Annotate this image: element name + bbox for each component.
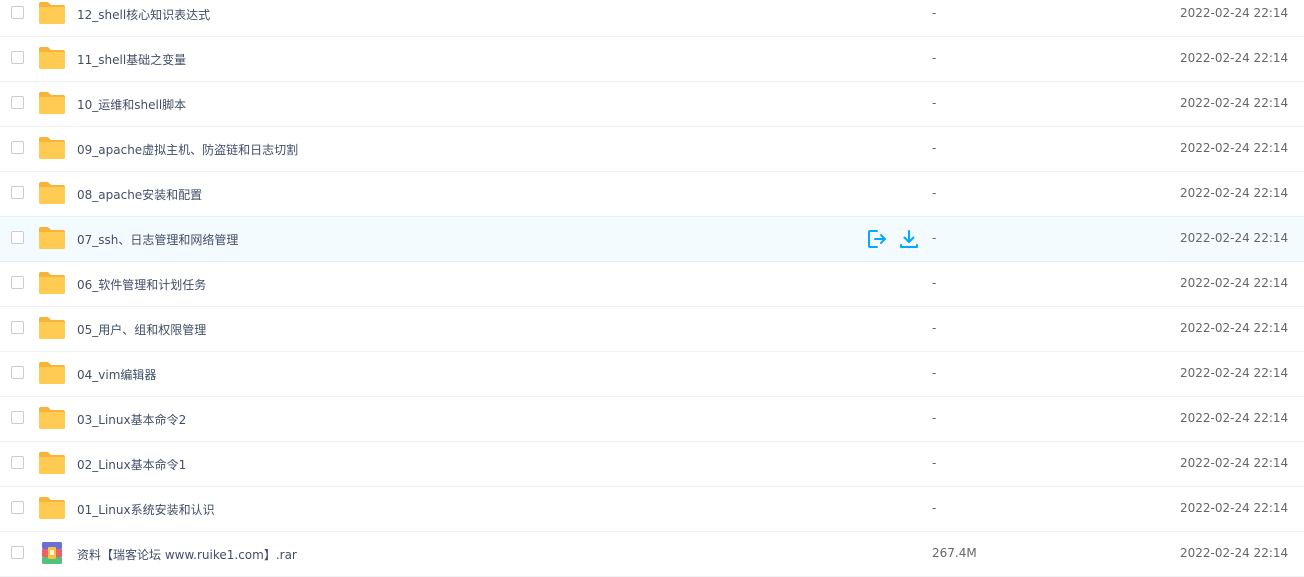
file-row[interactable]: 02_Linux基本命令1 - 2022-02-24 22:14 [0, 442, 1304, 487]
file-name[interactable]: 04_vim编辑器 [77, 366, 156, 383]
file-row[interactable]: 05_用户、组和权限管理 - 2022-02-24 22:14 [0, 307, 1304, 352]
file-list: 12_shell核心知识表达式 - 2022-02-24 22:14 11_sh… [0, 0, 1304, 577]
folder-icon [38, 271, 66, 295]
file-name[interactable]: 07_ssh、日志管理和网络管理 [77, 231, 238, 248]
folder-icon [38, 451, 66, 475]
file-size: - [932, 141, 937, 155]
file-modified-date: 2022-02-24 22:14 [1180, 51, 1289, 65]
file-size: - [932, 186, 937, 200]
file-modified-date: 2022-02-24 22:14 [1180, 96, 1289, 110]
file-modified-date: 2022-02-24 22:14 [1180, 321, 1289, 335]
file-size: 267.4M [932, 546, 977, 560]
file-name[interactable]: 10_运维和shell脚本 [77, 96, 186, 113]
row-checkbox[interactable] [11, 321, 24, 334]
row-checkbox[interactable] [11, 501, 24, 514]
file-size: - [932, 456, 937, 470]
file-modified-date: 2022-02-24 22:14 [1180, 141, 1289, 155]
folder-icon [38, 496, 66, 520]
row-checkbox[interactable] [11, 366, 24, 379]
file-row[interactable]: 07_ssh、日志管理和网络管理 - 2022-02-24 22:14 [0, 216, 1304, 262]
rar-archive-icon [42, 542, 62, 564]
file-name[interactable]: 02_Linux基本命令1 [77, 456, 186, 473]
file-size: - [932, 411, 937, 425]
file-size: - [932, 321, 937, 335]
file-modified-date: 2022-02-24 22:14 [1180, 366, 1289, 380]
row-checkbox[interactable] [11, 96, 24, 109]
file-name[interactable]: 12_shell核心知识表达式 [77, 6, 210, 23]
file-name[interactable]: 资料【瑞客论坛 www.ruike1.com】.rar [77, 546, 297, 563]
file-row[interactable]: 10_运维和shell脚本 - 2022-02-24 22:14 [0, 82, 1304, 127]
file-modified-date: 2022-02-24 22:14 [1180, 6, 1289, 20]
folder-icon [38, 226, 66, 250]
row-checkbox[interactable] [11, 141, 24, 154]
row-checkbox[interactable] [11, 276, 24, 289]
folder-icon [38, 46, 66, 70]
download-icon[interactable] [898, 228, 920, 250]
file-row[interactable]: 01_Linux系统安装和认识 - 2022-02-24 22:14 [0, 487, 1304, 532]
folder-icon [38, 1, 66, 25]
row-checkbox[interactable] [11, 411, 24, 424]
file-name[interactable]: 06_软件管理和计划任务 [77, 276, 206, 293]
file-modified-date: 2022-02-24 22:14 [1180, 231, 1289, 245]
file-name[interactable]: 11_shell基础之变量 [77, 51, 186, 68]
share-out-icon[interactable] [866, 228, 888, 250]
file-name[interactable]: 08_apache安装和配置 [77, 186, 202, 203]
file-modified-date: 2022-02-24 22:14 [1180, 456, 1289, 470]
file-row[interactable]: 04_vim编辑器 - 2022-02-24 22:14 [0, 352, 1304, 397]
folder-icon [38, 91, 66, 115]
row-checkbox[interactable] [11, 51, 24, 64]
folder-icon [38, 316, 66, 340]
file-row[interactable]: 03_Linux基本命令2 - 2022-02-24 22:14 [0, 397, 1304, 442]
file-row[interactable]: 资料【瑞客论坛 www.ruike1.com】.rar 267.4M 2022-… [0, 532, 1304, 577]
file-size: - [932, 501, 937, 515]
file-size: - [932, 366, 937, 380]
file-modified-date: 2022-02-24 22:14 [1180, 501, 1289, 515]
folder-icon [38, 181, 66, 205]
file-size: - [932, 231, 937, 245]
file-name[interactable]: 03_Linux基本命令2 [77, 411, 186, 428]
file-size: - [932, 51, 937, 65]
file-row[interactable]: 09_apache虚拟主机、防盗链和日志切割 - 2022-02-24 22:1… [0, 127, 1304, 172]
file-row[interactable]: 08_apache安装和配置 - 2022-02-24 22:14 [0, 172, 1304, 217]
file-name[interactable]: 09_apache虚拟主机、防盗链和日志切割 [77, 141, 298, 158]
folder-icon [38, 406, 66, 430]
file-modified-date: 2022-02-24 22:14 [1180, 546, 1289, 560]
folder-icon [38, 136, 66, 160]
row-checkbox[interactable] [11, 186, 24, 199]
file-modified-date: 2022-02-24 22:14 [1180, 186, 1289, 200]
row-checkbox[interactable] [11, 456, 24, 469]
file-size: - [932, 96, 937, 110]
file-row[interactable]: 11_shell基础之变量 - 2022-02-24 22:14 [0, 37, 1304, 82]
file-size: - [932, 6, 937, 20]
file-modified-date: 2022-02-24 22:14 [1180, 411, 1289, 425]
file-name[interactable]: 05_用户、组和权限管理 [77, 321, 206, 338]
file-modified-date: 2022-02-24 22:14 [1180, 276, 1289, 290]
file-row[interactable]: 12_shell核心知识表达式 - 2022-02-24 22:14 [0, 0, 1304, 37]
file-size: - [932, 276, 937, 290]
file-name[interactable]: 01_Linux系统安装和认识 [77, 501, 215, 518]
row-checkbox[interactable] [11, 231, 24, 244]
row-checkbox[interactable] [11, 6, 24, 19]
folder-icon [38, 361, 66, 385]
file-row[interactable]: 06_软件管理和计划任务 - 2022-02-24 22:14 [0, 262, 1304, 307]
row-checkbox[interactable] [11, 546, 24, 559]
